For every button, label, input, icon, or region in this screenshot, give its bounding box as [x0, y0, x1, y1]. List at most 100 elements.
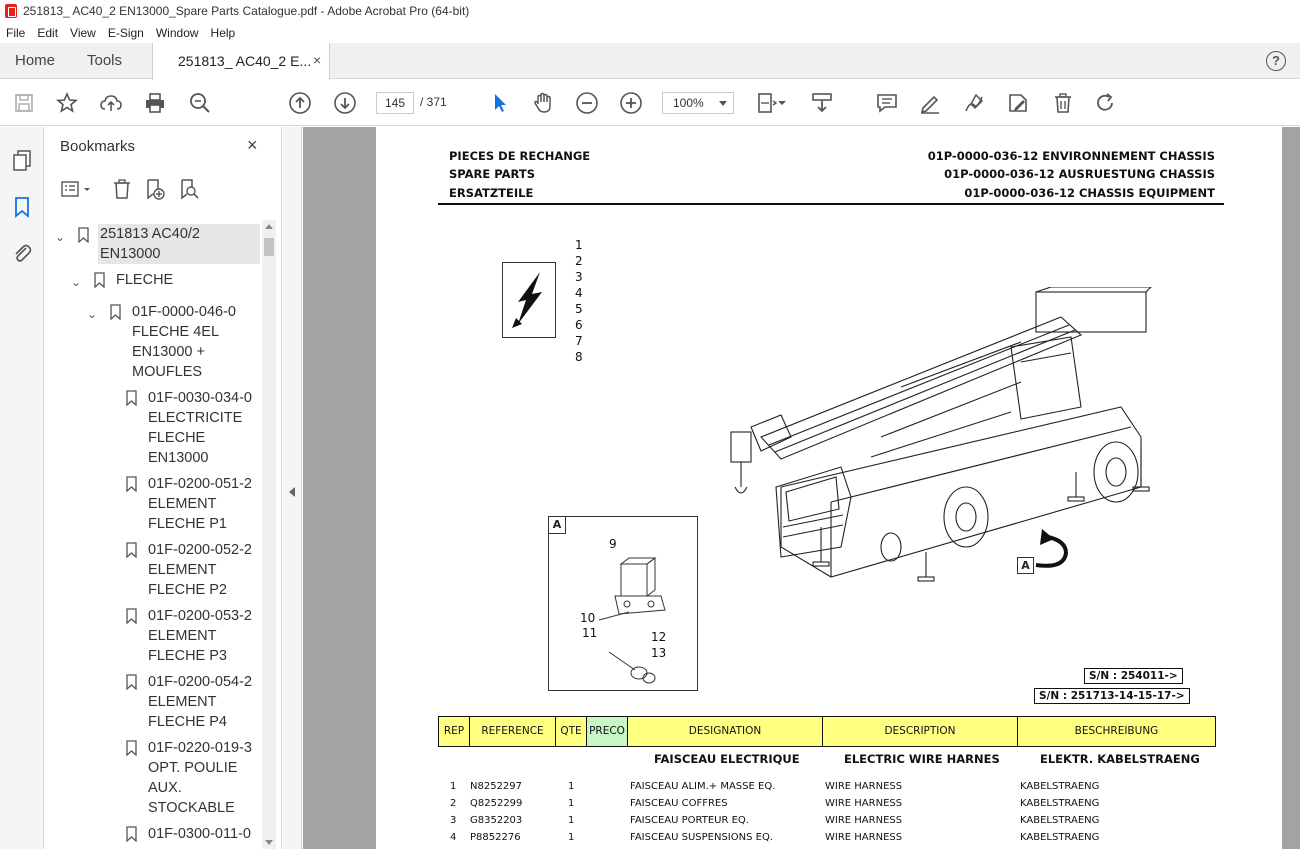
- next-page-icon[interactable]: [333, 91, 357, 115]
- bookmark-item-01f-0300-011-0[interactable]: 01F-0300-011-0: [148, 824, 251, 844]
- tab-close-icon[interactable]: ×: [313, 52, 321, 68]
- find-bookmark-icon[interactable]: [178, 178, 200, 200]
- col-preco: PRECO: [587, 717, 628, 746]
- chevron-down-icon[interactable]: ⌄: [87, 307, 97, 321]
- bookmark-icon: [126, 674, 137, 690]
- cell-qte: 1: [568, 832, 575, 843]
- bookmark-item-01f-0200-051-2[interactable]: 01F-0200-051-2 ELEMENT FLECHE P1: [148, 474, 252, 534]
- cell-designation: FAISCEAU PORTEUR EQ.: [630, 815, 749, 826]
- menu-file[interactable]: File: [0, 26, 31, 40]
- left-rail: [0, 127, 44, 849]
- header-right-1: 01P-0000-036-12 ENVIRONNEMENT CHASSIS: [927, 149, 1215, 163]
- bookmark-panel-icon[interactable]: [10, 195, 34, 219]
- upload-cloud-icon[interactable]: [99, 91, 123, 115]
- cell-rep: 1: [450, 781, 457, 792]
- attachment-icon[interactable]: [10, 241, 34, 265]
- collapse-arrow-icon[interactable]: [289, 487, 295, 497]
- cell-qte: 1: [568, 781, 575, 792]
- cell-beschreibung: KABELSTRAENG: [1020, 798, 1100, 809]
- tab-document-label: 251813_ AC40_2 E...: [178, 53, 312, 69]
- menu-edit[interactable]: Edit: [31, 26, 64, 40]
- menu-esign[interactable]: E-Sign: [102, 26, 150, 40]
- col-designation: DESIGNATION: [628, 717, 823, 746]
- zoom-search-icon[interactable]: [188, 91, 212, 115]
- sign-icon[interactable]: [962, 91, 986, 115]
- tab-home[interactable]: Home: [15, 43, 55, 79]
- cell-description: WIRE HARNESS: [825, 815, 903, 826]
- table-row: 3 G8352203 1 FAISCEAU PORTEUR EQ. WIRE H…: [438, 815, 1218, 832]
- table-row: 2 Q8252299 1 FAISCEAU COFFRES WIRE HARNE…: [438, 798, 1218, 815]
- menu-bar: File Edit View E-Sign Window Help: [0, 22, 1300, 43]
- hand-tool-icon[interactable]: [531, 91, 555, 115]
- bookmark-item-01f-0200-053-2[interactable]: 01F-0200-053-2 ELEMENT FLECHE P3: [148, 606, 252, 666]
- zoom-out-icon[interactable]: [575, 91, 599, 115]
- bookmark-item-01f-0200-054-2[interactable]: 01F-0200-054-2 ELEMENT FLECHE P4: [148, 672, 252, 732]
- page-total: / 371: [420, 95, 447, 109]
- header-right-3: 01P-0000-036-12 CHASSIS EQUIPMENT: [964, 186, 1215, 200]
- zoom-in-icon[interactable]: [619, 91, 643, 115]
- delete-icon[interactable]: [1051, 91, 1075, 115]
- title-bar: 251813_ AC40_2 EN13000_Spare Parts Catal…: [0, 0, 1300, 22]
- help-icon[interactable]: ?: [1266, 51, 1286, 71]
- item-number: 8: [575, 350, 583, 364]
- redo-icon[interactable]: [1094, 91, 1118, 115]
- menu-window[interactable]: Window: [150, 26, 205, 40]
- bookmark-item-01f-0200-052-2[interactable]: 01F-0200-052-2 ELEMENT FLECHE P2: [148, 540, 252, 600]
- close-icon[interactable]: ×: [247, 135, 258, 156]
- chevron-down-icon[interactable]: ⌄: [71, 275, 81, 289]
- bookmarks-title: Bookmarks: [60, 138, 136, 155]
- item-number: 4: [575, 286, 583, 300]
- bookmark-list: ⌄ 251813 AC40/2 EN13000 ⌄ FLECHE ⌄ 01F-0…: [44, 220, 264, 849]
- prev-page-icon[interactable]: [288, 91, 312, 115]
- cell-beschreibung: KABELSTRAENG: [1020, 832, 1100, 843]
- bookmark-icon: [126, 826, 137, 842]
- highlight-pen-icon[interactable]: [918, 91, 942, 115]
- tab-document[interactable]: 251813_ AC40_2 E... ×: [152, 43, 330, 80]
- print-icon[interactable]: [143, 91, 167, 115]
- chevron-down-icon: [719, 101, 727, 106]
- document-viewer[interactable]: PIECES DE RECHANGE SPARE PARTS ERSATZTEI…: [303, 127, 1300, 849]
- scroll-up-icon[interactable]: [262, 220, 276, 234]
- cell-description: WIRE HARNESS: [825, 832, 903, 843]
- scrollbar-thumb[interactable]: [264, 238, 274, 256]
- bookmark-item-01f-0000-046-0[interactable]: 01F-0000-046-0 FLECHE 4EL EN13000 + MOUF…: [132, 302, 236, 382]
- page-number-input[interactable]: 145: [376, 92, 414, 114]
- bookmark-item-fleche[interactable]: FLECHE: [116, 270, 173, 290]
- item-number: 1: [575, 238, 583, 252]
- panel-collapse-strip[interactable]: [283, 127, 302, 849]
- chevron-down-icon[interactable]: [776, 91, 788, 115]
- select-cursor-icon[interactable]: [488, 91, 512, 115]
- zoom-select[interactable]: 100%: [662, 92, 734, 114]
- header-left-2: SPARE PARTS: [449, 167, 536, 181]
- cell-qte: 1: [568, 815, 575, 826]
- comment-icon[interactable]: [875, 91, 899, 115]
- window-title: 251813_ AC40_2 EN13000_Spare Parts Catal…: [23, 4, 470, 18]
- detail-a-label: A: [549, 517, 566, 534]
- section-title-en: ELECTRIC WIRE HARNES: [844, 752, 1000, 766]
- save-icon[interactable]: [12, 91, 36, 115]
- cell-designation: FAISCEAU ALIM.+ MASSE EQ.: [630, 781, 776, 792]
- bookmark-icon: [126, 476, 137, 492]
- bookmark-item-root[interactable]: 251813 AC40/2 EN13000: [98, 224, 260, 264]
- tab-tools[interactable]: Tools: [87, 43, 122, 79]
- star-icon[interactable]: [55, 91, 79, 115]
- item-number: 5: [575, 302, 583, 316]
- col-rep: REP: [439, 717, 470, 746]
- edit-text-icon[interactable]: [1006, 91, 1030, 115]
- scroll-mode-icon[interactable]: [810, 91, 834, 115]
- pages-thumbnail-icon[interactable]: [10, 148, 34, 172]
- menu-view[interactable]: View: [64, 26, 102, 40]
- bookmark-item-01f-0220-019-3[interactable]: 01F-0220-019-3 OPT. POULIE AUX. STOCKABL…: [148, 738, 252, 818]
- chevron-down-icon[interactable]: ⌄: [55, 230, 65, 244]
- table-row: 1 N8252297 1 FAISCEAU ALIM.+ MASSE EQ. W…: [438, 781, 1218, 798]
- bookmark-options-icon[interactable]: [60, 178, 94, 200]
- bookmarks-scrollbar[interactable]: [262, 220, 276, 849]
- delete-bookmark-icon[interactable]: [111, 178, 133, 200]
- menu-help[interactable]: Help: [205, 26, 242, 40]
- electrical-symbol-icon: [502, 262, 556, 338]
- scroll-down-icon[interactable]: [262, 835, 276, 849]
- new-bookmark-icon[interactable]: [144, 178, 166, 200]
- col-reference: REFERENCE: [470, 717, 556, 746]
- col-beschreibung: BESCHREIBUNG: [1074, 725, 1159, 737]
- bookmark-item-01f-0030-034-0[interactable]: 01F-0030-034-0 ELECTRICITE FLECHE EN1300…: [148, 388, 252, 468]
